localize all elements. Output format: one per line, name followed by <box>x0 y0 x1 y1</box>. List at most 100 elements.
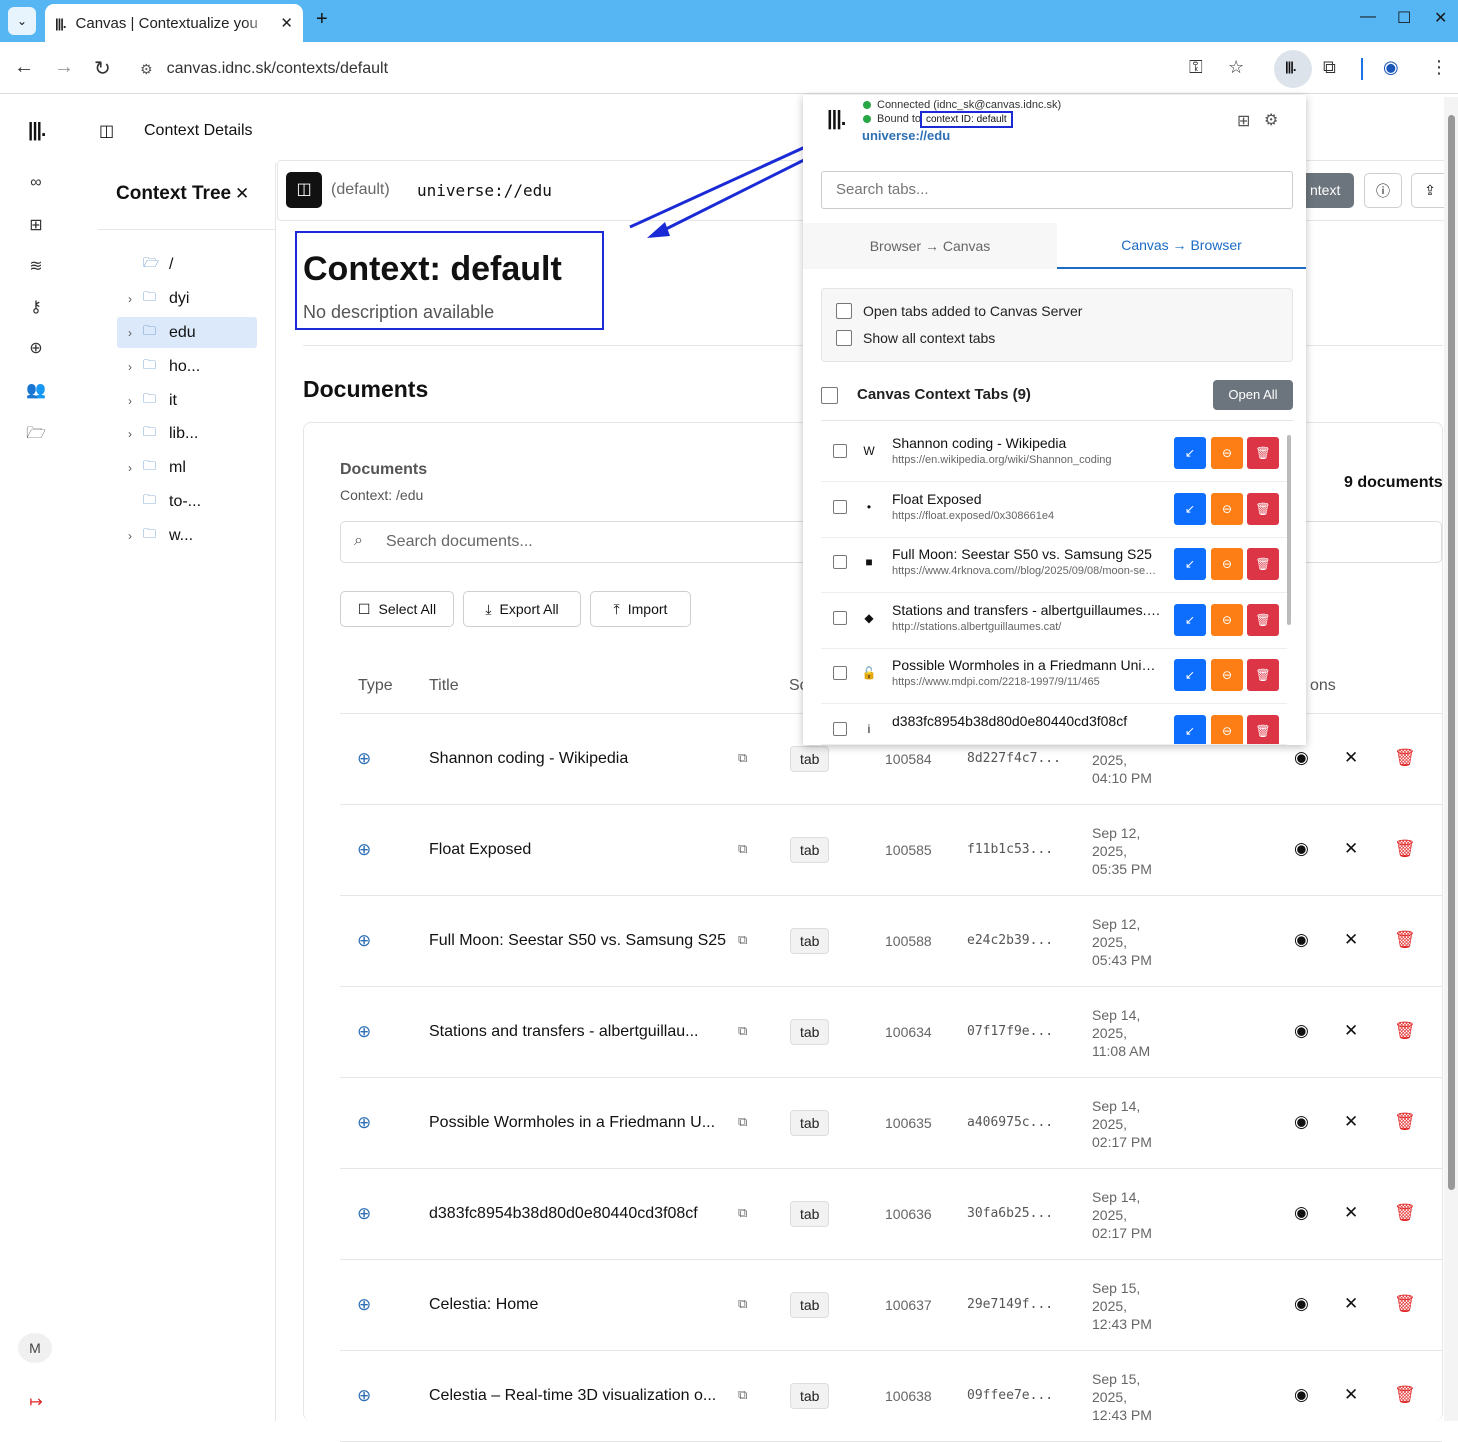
external-link-icon[interactable]: ⧉ <box>738 1296 747 1312</box>
universe-link[interactable]: universe://edu <box>862 128 950 143</box>
import-button[interactable]: ⤒ Import <box>590 591 691 627</box>
key-icon[interactable]: ⚷ <box>24 297 48 321</box>
maximize-icon[interactable]: ☐ <box>1397 8 1411 28</box>
table-row[interactable]: ⊕ d383fc8954b38d80d0e80440cd3f08cf ⧉ tab 100… <box>340 1169 1442 1260</box>
external-link-icon[interactable]: ⧉ <box>738 932 747 948</box>
external-link-icon[interactable]: ⧉ <box>738 1205 747 1221</box>
folder-open-icon[interactable]: 🗁 <box>24 422 48 446</box>
chevron-right-icon[interactable]: › <box>117 360 143 374</box>
chevron-right-icon[interactable]: › <box>117 326 143 340</box>
external-link-icon[interactable]: ⧉ <box>738 1023 747 1039</box>
remove-x-icon[interactable]: ✕ <box>1344 1385 1358 1405</box>
delete-tab-icon[interactable]: 🗑 <box>1247 437 1279 469</box>
delete-trash-icon[interactable]: 🗑 <box>1394 839 1416 859</box>
remove-tab-icon[interactable]: ⊖ <box>1211 437 1243 469</box>
view-eye-icon[interactable]: ◉ <box>1294 1294 1309 1314</box>
tree-item-ho[interactable]: › 🗀 ho... <box>117 351 257 382</box>
reload-icon[interactable]: ↻ <box>94 56 111 81</box>
grid-icon[interactable]: ⊞ <box>24 215 48 239</box>
show-all-checkbox[interactable] <box>836 330 852 346</box>
remove-x-icon[interactable]: ✕ <box>1344 1021 1358 1041</box>
tree-item-it[interactable]: › 🗀 it <box>117 385 257 416</box>
delete-trash-icon[interactable]: 🗑 <box>1394 748 1416 768</box>
tab-checkbox[interactable] <box>833 721 847 736</box>
profile-icon[interactable]: ◉ <box>1383 57 1399 78</box>
open-tab-icon[interactable]: ↙ <box>1174 437 1206 469</box>
remove-tab-icon[interactable]: ⊖ <box>1211 714 1243 745</box>
table-row[interactable]: ⊕ Float Exposed ⧉ tab 100585 f11b1c53... Sep 1… <box>340 805 1442 896</box>
view-eye-icon[interactable]: ◉ <box>1294 1203 1309 1223</box>
popup-tab-item[interactable]: W Shannon coding - Wikipedia https://en.wi… <box>821 426 1287 482</box>
document-title[interactable]: d383fc8954b38d80d0e80440cd3f08cf <box>429 1205 698 1223</box>
tab-canvas-to-browser[interactable]: Canvas → Browser <box>1057 223 1306 269</box>
open-tab-icon[interactable]: ↙ <box>1174 548 1206 580</box>
new-context-button[interactable]: ntext <box>1306 173 1354 208</box>
site-info-icon[interactable]: ⚙ <box>140 61 153 78</box>
panel-toggle-button[interactable]: ◫ <box>286 172 322 208</box>
users-icon[interactable]: 👥 <box>24 380 48 404</box>
page-scrollbar-thumb[interactable] <box>1448 115 1455 1190</box>
context-path[interactable]: universe://edu <box>417 181 552 200</box>
open-all-button[interactable]: Open All <box>1213 380 1293 410</box>
layers-icon[interactable]: ≋ <box>24 256 48 280</box>
table-row[interactable]: ⊕ Celestia: Home ⧉ tab 100637 29e7149f... Sep … <box>340 1260 1442 1351</box>
table-row[interactable]: ⊕ Possible Wormholes in a Friedmann U... ⧉… <box>340 1078 1442 1169</box>
column-header-type[interactable]: Type <box>358 677 393 695</box>
remove-tab-icon[interactable]: ⊖ <box>1211 603 1243 636</box>
view-eye-icon[interactable]: ◉ <box>1294 1021 1309 1041</box>
password-key-icon[interactable]: ⚿ <box>1189 57 1203 78</box>
chevron-right-icon[interactable]: › <box>117 427 143 441</box>
address-bar[interactable]: ⚙ canvas.idnc.sk/contexts/default <box>140 56 388 82</box>
new-tab-icon[interactable]: + <box>316 8 328 31</box>
tab-browser-to-canvas[interactable]: Browser → Canvas <box>803 223 1057 269</box>
search-tabs-input[interactable]: Search tabs... <box>821 171 1293 209</box>
delete-trash-icon[interactable]: 🗑 <box>1394 1203 1416 1223</box>
tree-item-ml[interactable]: › 🗀 ml <box>117 452 257 483</box>
remove-x-icon[interactable]: ✕ <box>1344 748 1358 768</box>
popup-tab-item[interactable]: • Float Exposed https://float.exposed/0x30… <box>821 482 1287 538</box>
delete-trash-icon[interactable]: 🗑 <box>1394 1112 1416 1132</box>
tab-checkbox[interactable] <box>833 610 847 625</box>
tab-search-chevron-icon[interactable]: ⌄ <box>8 7 36 35</box>
avatar[interactable]: M <box>18 1333 52 1363</box>
view-eye-icon[interactable]: ◉ <box>1294 839 1309 859</box>
view-eye-icon[interactable]: ◉ <box>1294 748 1309 768</box>
remove-x-icon[interactable]: ✕ <box>1344 1294 1358 1314</box>
table-row[interactable]: ⊕ Stations and transfers - albertguillau.… <box>340 987 1442 1078</box>
delete-tab-icon[interactable]: 🗑 <box>1247 492 1279 525</box>
popup-scrollbar-thumb[interactable] <box>1287 435 1291 625</box>
document-title[interactable]: Possible Wormholes in a Friedmann U... <box>429 1114 715 1132</box>
menu-dots-icon[interactable]: ⋮ <box>1430 57 1448 78</box>
external-link-icon[interactable]: ⧉ <box>738 841 747 857</box>
view-eye-icon[interactable]: ◉ <box>1294 930 1309 950</box>
chevron-right-icon[interactable]: › <box>117 461 143 475</box>
canvas-logo-icon[interactable]: |||. <box>28 120 46 142</box>
popup-tab-item[interactable]: ■ Full Moon: Seestar S50 vs. Samsung S25 h… <box>821 537 1287 593</box>
delete-tab-icon[interactable]: 🗑 <box>1247 714 1279 745</box>
open-tab-icon[interactable]: ↙ <box>1174 603 1206 636</box>
info-button[interactable]: ⓘ <box>1364 173 1402 208</box>
export-all-button[interactable]: ⤓ Export All <box>463 591 581 627</box>
table-row[interactable]: ⊕ Celestia – Real-time 3D visualization o… <box>340 1351 1442 1442</box>
external-link-icon[interactable]: ⧉ <box>738 1387 747 1403</box>
delete-trash-icon[interactable]: 🗑 <box>1394 1294 1416 1314</box>
external-link-icon[interactable]: ⧉ <box>738 750 747 766</box>
delete-trash-icon[interactable]: 🗑 <box>1394 1385 1416 1405</box>
minimize-icon[interactable]: — <box>1360 8 1376 26</box>
external-link-icon[interactable]: ⧉ <box>738 1114 747 1130</box>
remove-x-icon[interactable]: ✕ <box>1344 1112 1358 1132</box>
close-tree-icon[interactable]: ✕ <box>235 184 249 204</box>
open-tab-icon[interactable]: ↙ <box>1174 492 1206 525</box>
delete-tab-icon[interactable]: 🗑 <box>1247 659 1279 691</box>
popup-tab-item[interactable]: i d383fc8954b38d80d0e80440cd3f08cf ↙ ⊖ 🗑 <box>821 704 1287 745</box>
tree-item-dyi[interactable]: › 🗀 dyi <box>117 283 257 314</box>
open-tab-icon[interactable]: ↙ <box>1174 714 1206 745</box>
chevron-right-icon[interactable]: › <box>117 529 143 543</box>
column-header-title[interactable]: Title <box>429 677 459 695</box>
tab-checkbox[interactable] <box>833 444 847 458</box>
sidebar-toggle-icon[interactable]: ◫ <box>99 121 114 141</box>
globe-icon[interactable]: ⊕ <box>24 338 48 362</box>
open-tab-icon[interactable]: ↙ <box>1174 659 1206 691</box>
infinity-icon[interactable]: ∞ <box>24 174 48 198</box>
remove-x-icon[interactable]: ✕ <box>1344 839 1358 859</box>
